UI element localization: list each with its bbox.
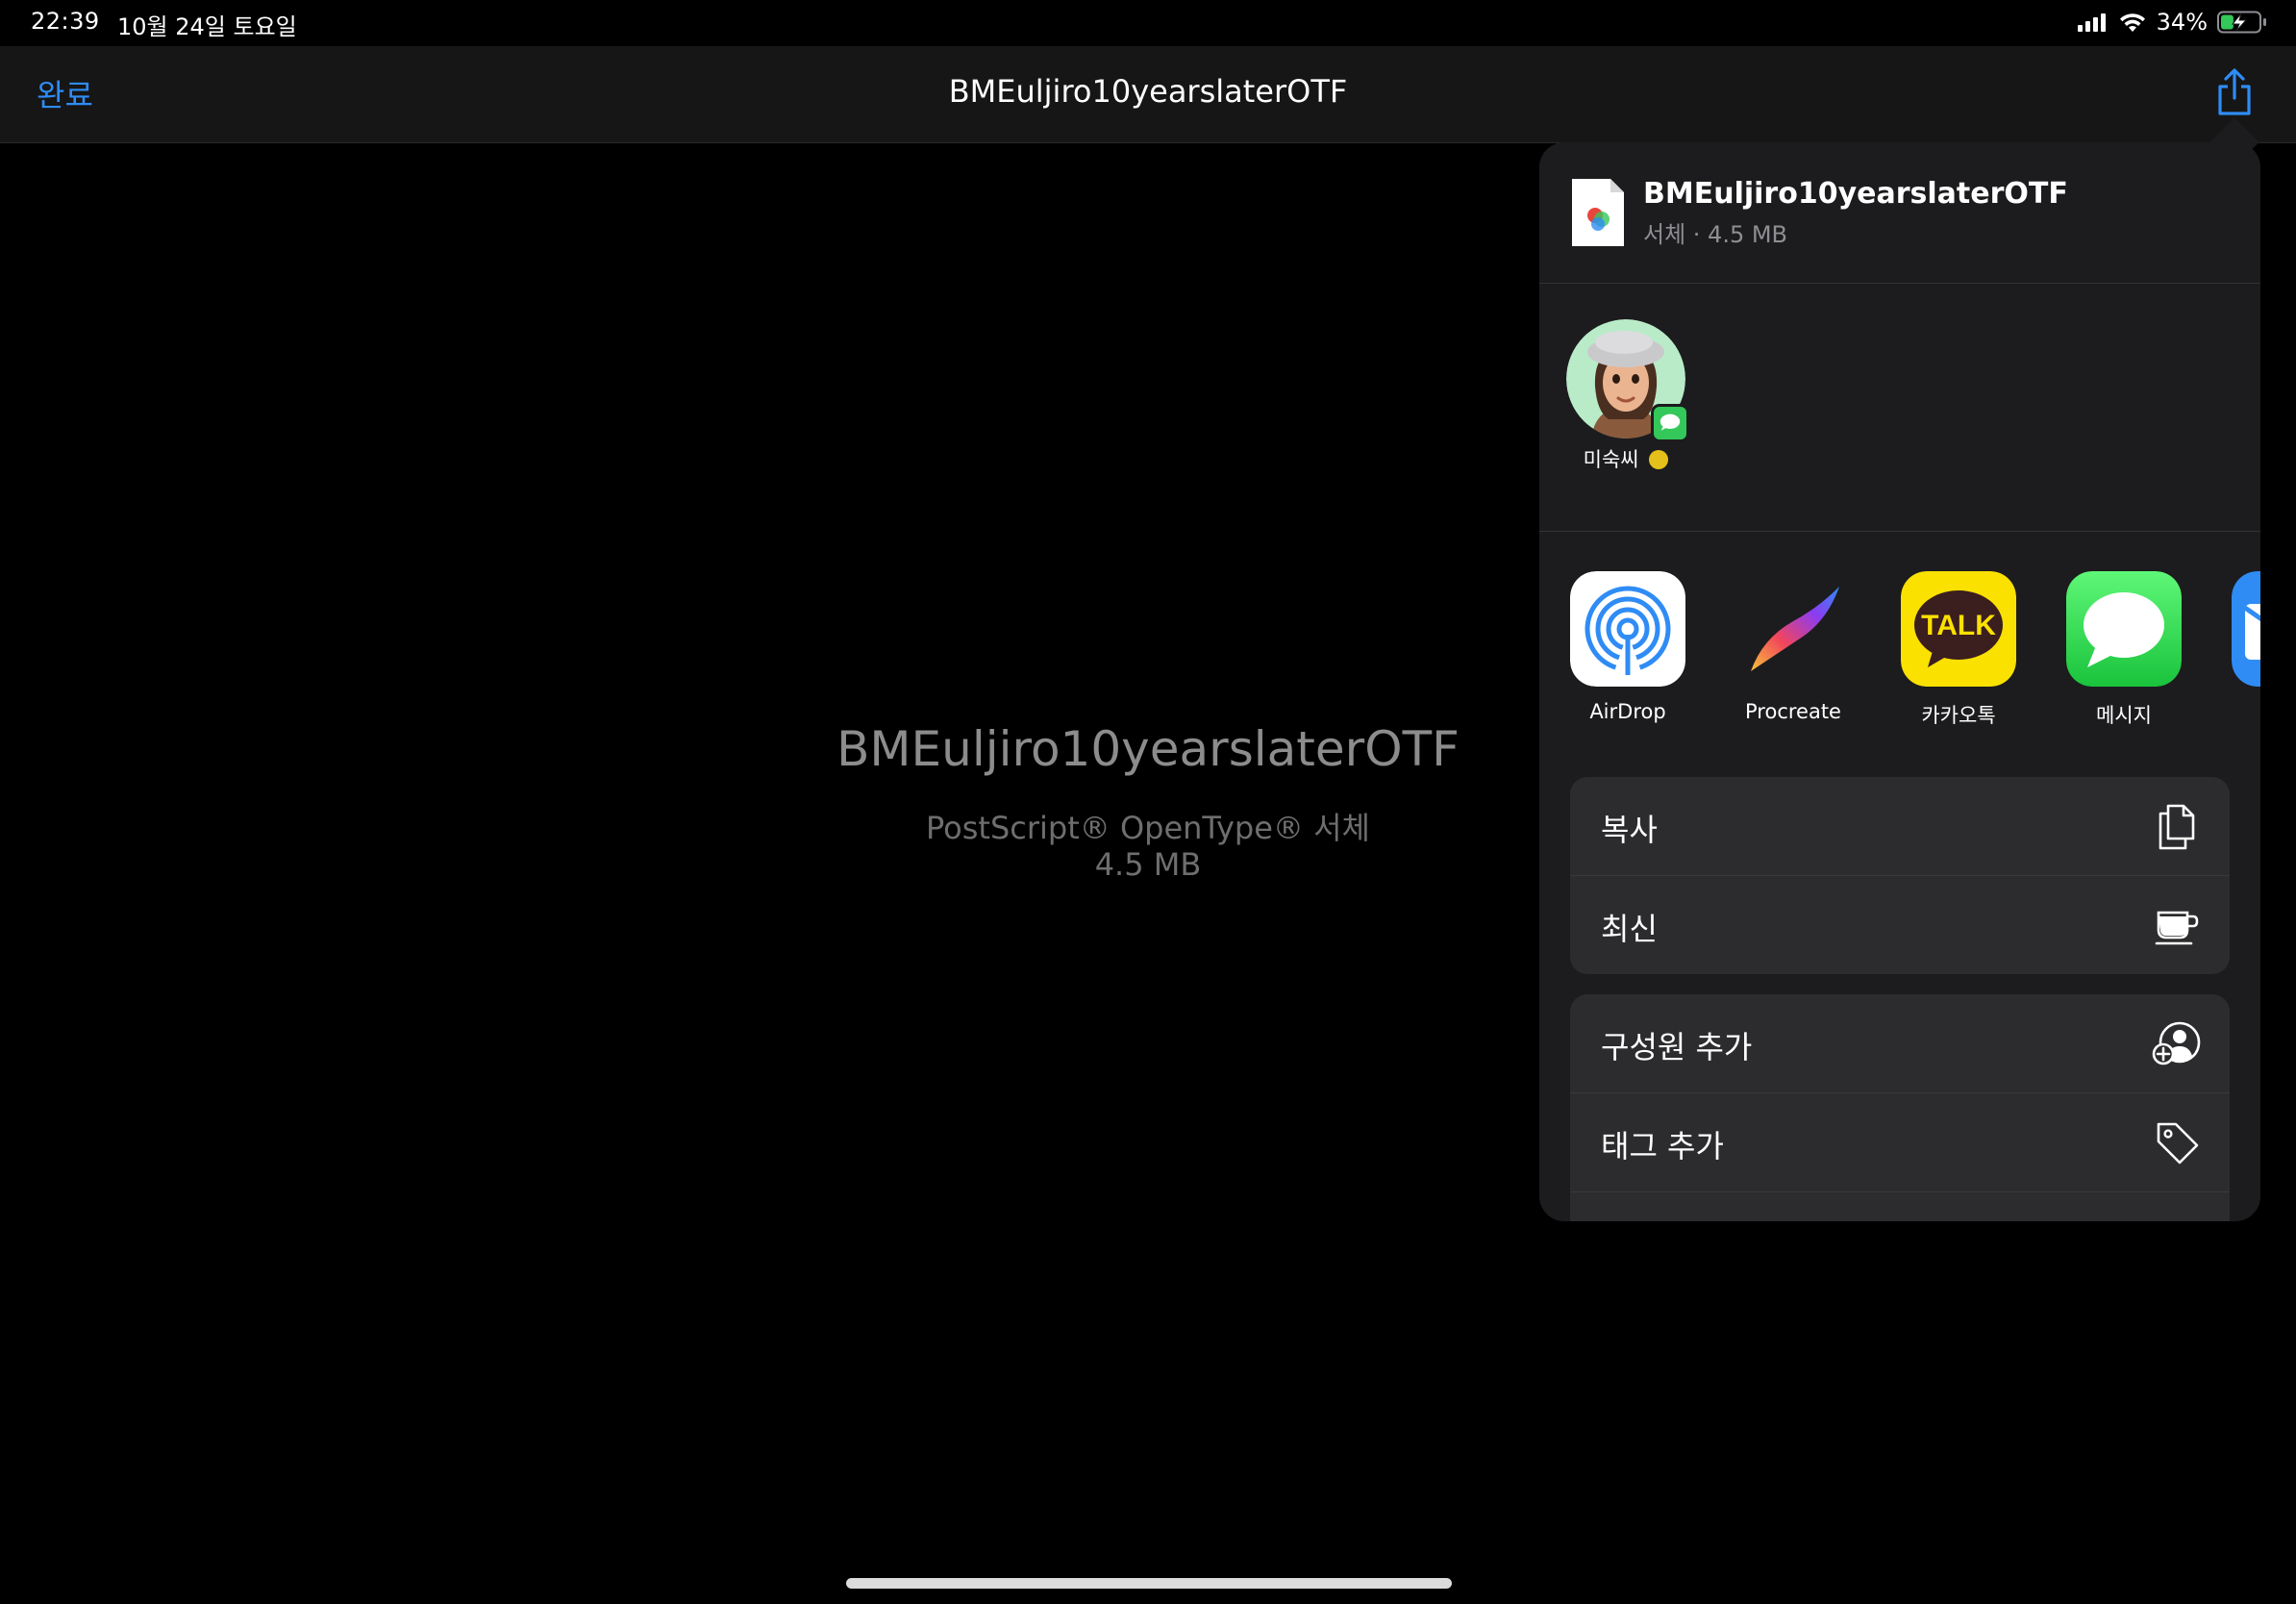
action-copy[interactable]: 복사 [1570, 777, 2230, 876]
action-copy-label: 복사 [1601, 812, 1658, 848]
battery-percentage: 34% [2156, 9, 2208, 36]
app-label-messages: 메시지 [2096, 704, 2152, 727]
app-label-airdrop: AirDrop [1589, 700, 1666, 723]
procreate-icon [1735, 571, 1851, 687]
nav-title: BMEuljiro10yearslaterOTF [948, 73, 1348, 110]
action-group-primary: 복사 최신 [1570, 777, 2230, 974]
cellular-signal-icon [2077, 13, 2106, 32]
messages-badge-icon [1651, 404, 1689, 442]
kakaotalk-icon-text: TALK [1921, 610, 1996, 641]
action-add-tag-label: 태그 추가 [1601, 1128, 1724, 1165]
share-app-messages[interactable]: 메시지 [2066, 571, 2182, 729]
action-recent-label: 최신 [1601, 911, 1658, 947]
battery-charging-icon [2217, 11, 2266, 34]
action-add-member[interactable]: 구성원 추가 [1570, 994, 2230, 1093]
share-file-meta: 서체 · 4.5 MB [1643, 221, 1788, 248]
status-date: 10월 24일 토요일 [117, 13, 297, 40]
share-person-label: 미숙씨 [1557, 444, 1695, 473]
share-icon[interactable] [2213, 67, 2256, 117]
app-label-procreate: Procreate [1745, 700, 1841, 723]
action-more-partial[interactable] [1570, 1192, 2230, 1221]
share-person-name: 미숙씨 [1583, 448, 1639, 471]
status-time: 22:39 [31, 8, 100, 35]
kakaotalk-icon: TALK [1901, 571, 2016, 687]
action-group-secondary: 구성원 추가 태그 추가 [1570, 994, 2230, 1221]
copy-icon [2159, 804, 2195, 850]
action-add-tag[interactable]: 태그 추가 [1570, 1093, 2230, 1192]
share-app-procreate[interactable]: Procreate [1735, 571, 1851, 723]
font-file-icon [1572, 179, 1624, 246]
share-people-row: 미숙씨 [1539, 283, 2260, 532]
messages-icon [2066, 571, 2182, 687]
share-sheet-header: BMEuljiro10yearslaterOTF 서체 · 4.5 MB [1539, 142, 2260, 284]
battery-level-fill [2221, 14, 2234, 30]
share-sheet: BMEuljiro10yearslaterOTF 서체 · 4.5 MB 미숙씨 [1539, 142, 2260, 1221]
action-recent[interactable]: 최신 [1570, 876, 2230, 974]
mail-icon [2232, 571, 2260, 687]
status-indicators: 34% [2077, 9, 2267, 36]
navigation-bar: 완료 BMEuljiro10yearslaterOTF [0, 46, 2296, 143]
home-indicator[interactable] [846, 1578, 1452, 1589]
share-app-kakaotalk[interactable]: TALK 카카오톡 [1901, 571, 2016, 729]
add-person-icon [2152, 1021, 2201, 1065]
status-dot-icon [1649, 450, 1669, 469]
status-bar: 22:39 10월 24일 토요일 34% [0, 0, 2296, 46]
share-app-partial[interactable] [2232, 571, 2260, 690]
wifi-icon [2119, 13, 2145, 32]
share-apps-row: AirDrop Procreate TALK 카카오톡 메시지 [1539, 531, 2260, 733]
airdrop-icon [1570, 571, 1685, 687]
tag-icon [2157, 1122, 2199, 1165]
share-file-name: BMEuljiro10yearslaterOTF [1643, 177, 2068, 211]
cup-icon [2155, 911, 2199, 945]
action-add-member-label: 구성원 추가 [1601, 1029, 1753, 1065]
share-app-airdrop[interactable]: AirDrop [1570, 571, 1685, 723]
app-label-kakaotalk: 카카오톡 [1921, 704, 1996, 727]
